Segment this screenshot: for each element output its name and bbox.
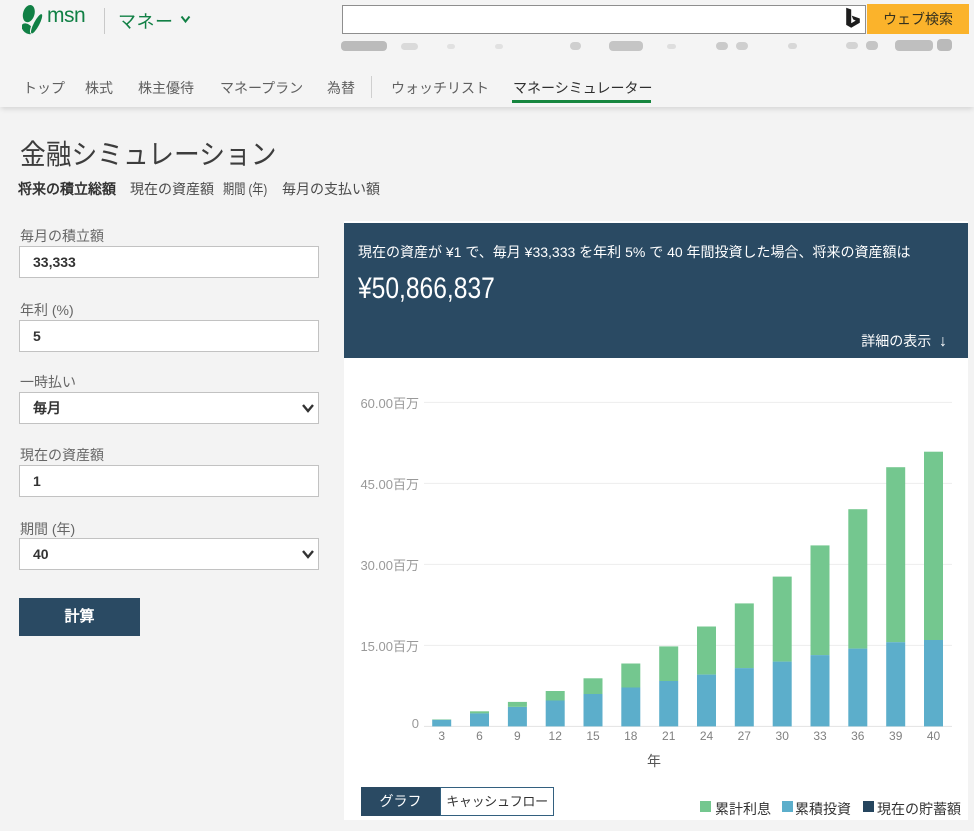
svg-text:年: 年 bbox=[647, 753, 661, 769]
svg-text:9: 9 bbox=[514, 729, 521, 743]
svg-text:6: 6 bbox=[476, 729, 483, 743]
svg-text:0: 0 bbox=[412, 716, 419, 731]
svg-text:36: 36 bbox=[851, 729, 865, 743]
svg-text:24: 24 bbox=[700, 729, 714, 743]
svg-text:33: 33 bbox=[813, 729, 827, 743]
svg-text:40: 40 bbox=[927, 729, 941, 743]
svg-text:21: 21 bbox=[662, 729, 676, 743]
svg-text:15: 15 bbox=[586, 729, 600, 743]
svg-text:12: 12 bbox=[549, 729, 563, 743]
svg-text:18: 18 bbox=[624, 729, 638, 743]
svg-text:30.00百万: 30.00百万 bbox=[360, 558, 419, 573]
svg-text:3: 3 bbox=[438, 729, 445, 743]
svg-text:15.00百万: 15.00百万 bbox=[360, 639, 419, 654]
svg-text:60.00百万: 60.00百万 bbox=[360, 396, 419, 411]
svg-text:45.00百万: 45.00百万 bbox=[360, 477, 419, 492]
svg-text:27: 27 bbox=[738, 729, 752, 743]
svg-text:30: 30 bbox=[776, 729, 790, 743]
svg-text:39: 39 bbox=[889, 729, 903, 743]
